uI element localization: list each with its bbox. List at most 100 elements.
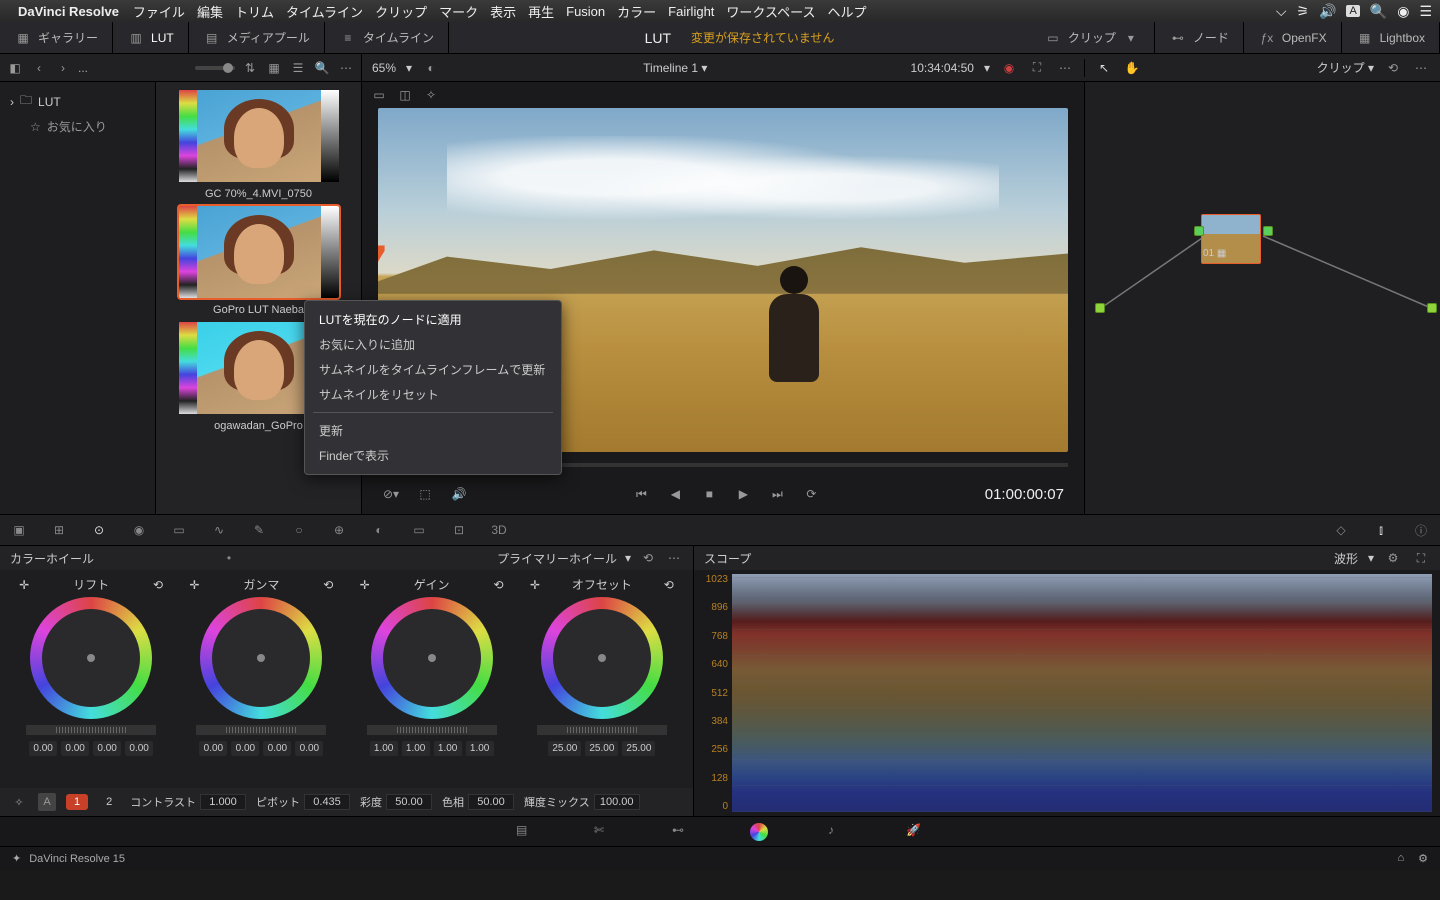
- nav-back-icon[interactable]: ‹: [30, 59, 48, 77]
- offset-val-b[interactable]: 25.00: [622, 741, 655, 756]
- volume-icon[interactable]: 🔊: [1319, 3, 1336, 20]
- sort-icon[interactable]: ⇅: [241, 59, 259, 77]
- color-picker-icon[interactable]: ◉: [1000, 59, 1018, 77]
- info-icon[interactable]: ⓘ: [1412, 521, 1430, 539]
- gamma-wheel[interactable]: [200, 597, 322, 719]
- menu-help[interactable]: ヘルプ: [827, 2, 866, 21]
- ctx-reveal-finder[interactable]: Finderで表示: [305, 443, 561, 468]
- picker-icon[interactable]: ✛: [360, 578, 370, 592]
- camera-raw-icon[interactable]: ▣: [10, 521, 28, 539]
- step-back-icon[interactable]: ◀: [666, 485, 684, 503]
- list-view-icon[interactable]: ☰: [289, 59, 307, 77]
- chevron-down-icon[interactable]: ▾: [1368, 551, 1374, 565]
- lift-val-g[interactable]: 0.00: [93, 741, 121, 756]
- lift-val-r[interactable]: 0.00: [61, 741, 89, 756]
- timeline-button[interactable]: ≡タイムライン: [325, 22, 449, 53]
- menu-clip[interactable]: クリップ: [375, 2, 427, 21]
- picker-icon[interactable]: ✛: [530, 578, 540, 592]
- pivot-input[interactable]: [304, 794, 350, 810]
- grid-view-icon[interactable]: ▦: [265, 59, 283, 77]
- node-out-icon[interactable]: [1263, 226, 1273, 236]
- qualifier-icon[interactable]: ✎: [250, 521, 268, 539]
- gamma-val-g[interactable]: 0.00: [263, 741, 291, 756]
- waveform-display[interactable]: [732, 574, 1432, 812]
- menu-timeline[interactable]: タイムライン: [286, 2, 363, 21]
- viewer-timecode-small[interactable]: 10:34:04:50: [911, 61, 974, 75]
- go-end-icon[interactable]: ⏭: [768, 485, 786, 503]
- ctx-reset-thumb[interactable]: サムネイルをリセット: [305, 382, 561, 407]
- lift-wheel[interactable]: [30, 597, 152, 719]
- layers-icon[interactable]: ⬚: [416, 485, 434, 503]
- page-edit-icon[interactable]: ✄: [594, 823, 612, 841]
- gamma-val-r[interactable]: 0.00: [231, 741, 259, 756]
- panel-layout-icon[interactable]: ◧: [6, 59, 24, 77]
- stop-icon[interactable]: ■: [700, 485, 718, 503]
- key-icon[interactable]: ▭: [410, 521, 428, 539]
- menu-color[interactable]: カラー: [617, 2, 656, 21]
- node-editor[interactable]: 01 ▦: [1084, 82, 1440, 514]
- wifi-icon[interactable]: ⚞: [1296, 3, 1309, 20]
- nodes-clips-dropdown[interactable]: クリップ ▾: [1317, 59, 1374, 76]
- gain-wheel[interactable]: [371, 597, 493, 719]
- go-start-icon[interactable]: ⏮: [632, 485, 650, 503]
- offset-jog[interactable]: [537, 725, 667, 735]
- lift-val-y[interactable]: 0.00: [29, 741, 57, 756]
- input-source-icon[interactable]: A: [1346, 5, 1359, 17]
- lut-thumb-1[interactable]: [179, 206, 339, 298]
- menu-fairlight[interactable]: Fairlight: [668, 4, 714, 19]
- lift-val-b[interactable]: 0.00: [125, 741, 153, 756]
- nav-fwd-icon[interactable]: ›: [54, 59, 72, 77]
- lummix-input[interactable]: [594, 794, 640, 810]
- nodes-button[interactable]: ⊷ノード: [1155, 22, 1244, 53]
- rgb-mixer-icon[interactable]: ◉: [130, 521, 148, 539]
- reset-icon[interactable]: ⟲: [1384, 59, 1402, 77]
- lut-button[interactable]: ▥LUT: [113, 22, 189, 53]
- chevron-down-icon[interactable]: ▾: [625, 551, 631, 565]
- menu-workspace[interactable]: ワークスペース: [726, 2, 815, 21]
- page-deliver-icon[interactable]: 🚀: [906, 823, 924, 841]
- reset-lift-icon[interactable]: ⟲: [153, 578, 163, 592]
- reset-gain-icon[interactable]: ⟲: [494, 578, 504, 592]
- loop-icon[interactable]: ⟳: [802, 485, 820, 503]
- scope-settings-icon[interactable]: ⚙: [1384, 549, 1402, 567]
- siri-icon[interactable]: ◉: [1397, 3, 1409, 20]
- tracker-icon[interactable]: ⊕: [330, 521, 348, 539]
- page-media-icon[interactable]: ▤: [516, 823, 534, 841]
- notification-icon[interactable]: ☰: [1419, 3, 1432, 20]
- zoom-level[interactable]: 65%: [372, 61, 396, 75]
- thumbnail-size-slider[interactable]: [195, 66, 235, 70]
- wheels-more-icon[interactable]: ⋯: [665, 549, 683, 567]
- picker-icon[interactable]: ✛: [19, 578, 29, 592]
- ctx-update-thumb[interactable]: サムネイルをタイムラインフレームで更新: [305, 357, 561, 382]
- keyframes-icon[interactable]: ◇: [1332, 521, 1350, 539]
- openfx-button[interactable]: ƒxOpenFX: [1244, 22, 1342, 53]
- resolve-logo-icon[interactable]: ✦: [12, 852, 21, 865]
- zoom-chevron-icon[interactable]: ▾: [406, 61, 412, 75]
- menu-fusion[interactable]: Fusion: [566, 4, 605, 19]
- home-icon[interactable]: ⌂: [1397, 852, 1404, 865]
- search-icon[interactable]: 🔍: [313, 59, 331, 77]
- more-icon[interactable]: ⋯: [337, 59, 355, 77]
- favorites-item[interactable]: ☆お気に入り: [10, 115, 145, 138]
- blur-icon[interactable]: ◐: [370, 521, 388, 539]
- offset-val-r[interactable]: 25.00: [548, 741, 581, 756]
- viewer-more-icon[interactable]: ⋯: [1056, 59, 1074, 77]
- mediapool-button[interactable]: ▤メディアプール: [189, 22, 325, 53]
- ctx-add-favorite[interactable]: お気に入りに追加: [305, 332, 561, 357]
- sat-input[interactable]: [386, 794, 432, 810]
- reset-gamma-icon[interactable]: ⟲: [323, 578, 333, 592]
- lut-folder[interactable]: ›🗀LUT: [10, 88, 145, 115]
- contrast-input[interactable]: [200, 794, 246, 810]
- split-icon[interactable]: ◫: [396, 86, 414, 104]
- picker-icon[interactable]: ✛: [189, 578, 199, 592]
- curves-icon[interactable]: ∿: [210, 521, 228, 539]
- page-fusion-icon[interactable]: ⊷: [672, 823, 690, 841]
- stereo-3d-icon[interactable]: 3D: [490, 521, 508, 539]
- gain-val-y[interactable]: 1.00: [370, 741, 398, 756]
- breadcrumb[interactable]: ...: [78, 61, 88, 75]
- scope-expand-icon[interactable]: ⛶: [1412, 549, 1430, 567]
- color-wheels-icon[interactable]: ⊙: [90, 521, 108, 539]
- menu-trim[interactable]: トリム: [235, 2, 274, 21]
- mute-icon[interactable]: 🔊: [450, 485, 468, 503]
- sizing-icon[interactable]: ⊡: [450, 521, 468, 539]
